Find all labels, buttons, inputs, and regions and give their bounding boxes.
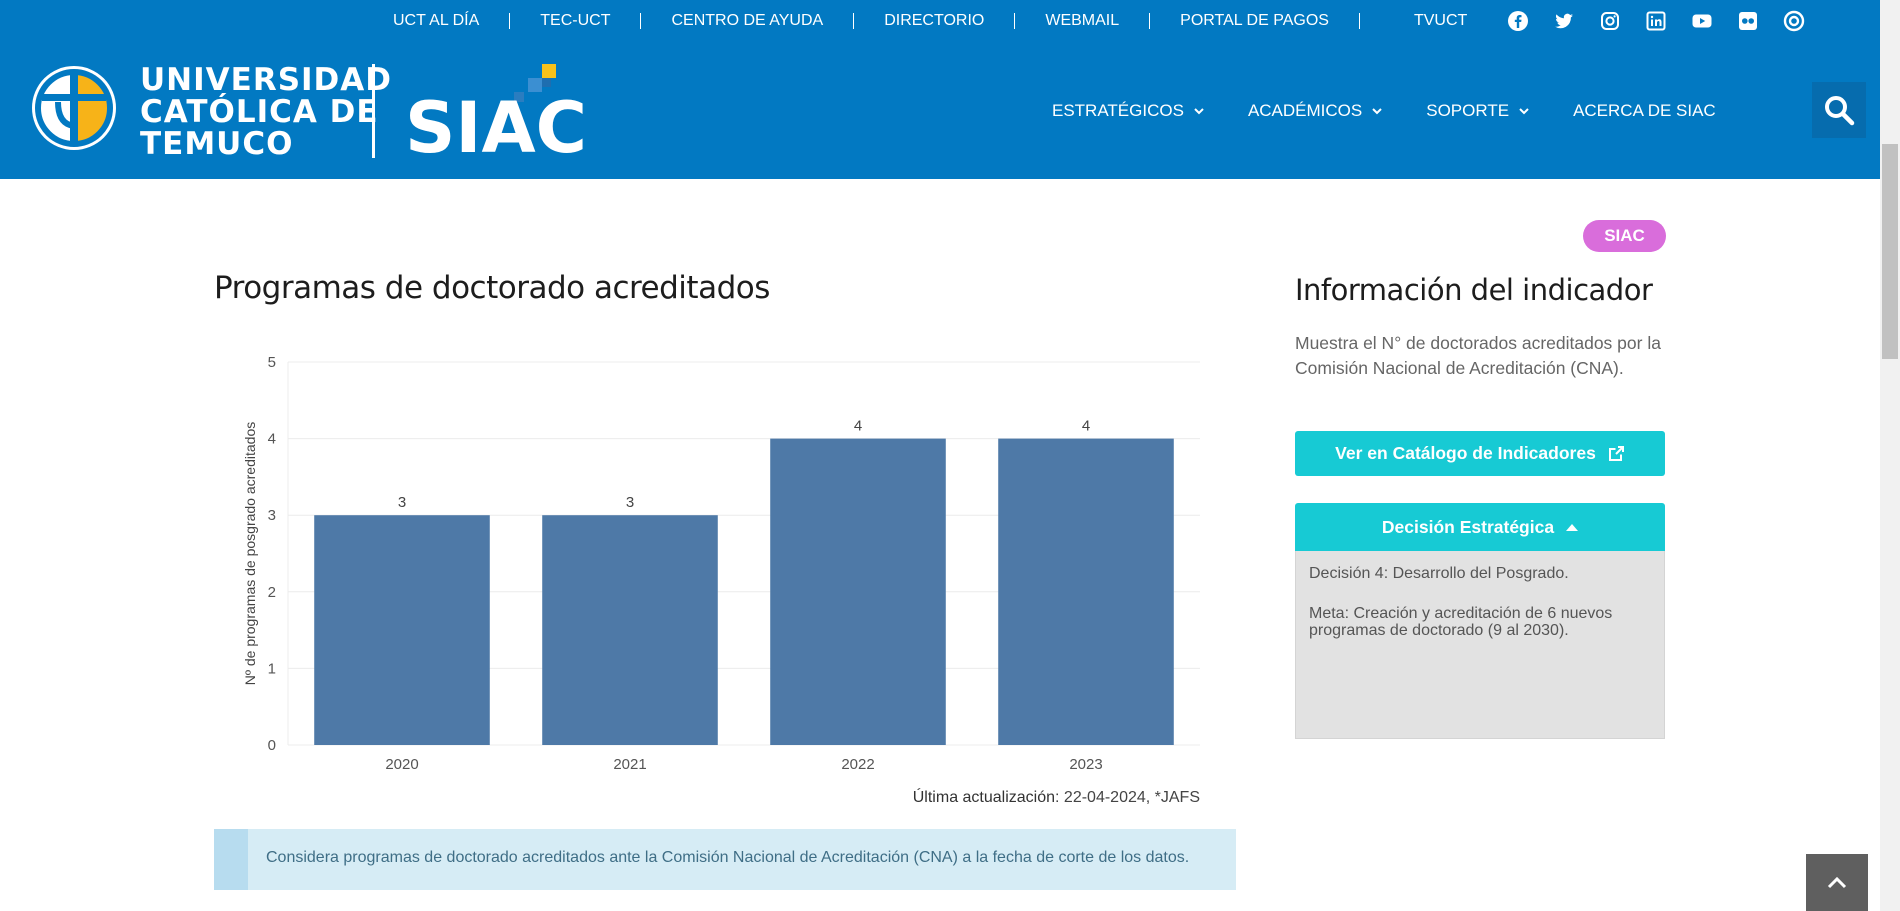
link-centro-de-ayuda[interactable]: CENTRO DE AYUDA (671, 12, 823, 30)
catalog-button[interactable]: Ver en Catálogo de Indicadores (1295, 431, 1665, 476)
data-label: 3 (626, 494, 634, 511)
link-webmail[interactable]: WEBMAIL (1045, 12, 1119, 30)
university-name-line: TEMUCO (140, 126, 294, 162)
flickr-icon[interactable] (1737, 10, 1759, 32)
divider (1358, 13, 1360, 29)
nav-estrategicos-label: ESTRATÉGICOS (1052, 100, 1184, 120)
bar (542, 515, 718, 745)
nav-soporte[interactable]: SOPORTE (1426, 101, 1529, 121)
data-label: 4 (854, 418, 862, 435)
nav-acerca-de-siac[interactable]: ACERCA DE SIAC (1573, 101, 1716, 121)
instagram-icon[interactable] (1599, 10, 1621, 32)
siac-logo-text: SIAC (405, 87, 587, 160)
link-tec-uct[interactable]: TEC-UCT (540, 12, 610, 30)
data-note: Considera programas de doctorado acredit… (214, 829, 1236, 890)
university-name[interactable]: UNIVERSIDAD CATÓLICA DE TEMUCO (140, 64, 392, 160)
page-scrollbar[interactable] (1880, 0, 1900, 911)
last-updated: Última actualización: 22-04-2024, *JAFS (880, 789, 1200, 807)
top-links: UCT AL DÍA TEC-UCT CENTRO DE AYUDA DIREC… (393, 0, 1467, 42)
link-portal-de-pagos[interactable]: PORTAL DE PAGOS (1180, 12, 1329, 30)
back-to-top-button[interactable] (1806, 854, 1868, 911)
x-tick-label: 2021 (613, 756, 646, 773)
link-uct-al-dia[interactable]: UCT AL DÍA (393, 12, 479, 30)
bar (314, 515, 490, 745)
search-button[interactable] (1812, 82, 1866, 138)
twitter-icon[interactable] (1553, 10, 1575, 32)
last-updated-label: Última actualización (912, 789, 1056, 806)
catalog-button-label: Ver en Catálogo de Indicadores (1335, 443, 1596, 463)
chevron-down-icon (1194, 107, 1204, 114)
divider (1149, 13, 1151, 29)
chevron-down-icon (1519, 107, 1529, 114)
y-tick-label: 4 (268, 431, 276, 448)
nav-academicos[interactable]: ACADÉMICOS (1248, 101, 1382, 121)
last-updated-value: : 22-04-2024, *JAFS (1055, 789, 1200, 806)
divider (509, 13, 511, 29)
x-tick-label: 2023 (1069, 756, 1102, 773)
siac-logo[interactable]: SIAC (405, 60, 590, 160)
info-title: Información del indicador (1295, 273, 1653, 307)
main-nav: ESTRATÉGICOS ACADÉMICOS SOPORTE ACERCA D… (1052, 42, 1760, 179)
bar (998, 438, 1174, 745)
scrollbar-thumb[interactable] (1882, 144, 1898, 359)
chevron-up-icon (1827, 876, 1847, 888)
external-link-icon (1608, 446, 1624, 461)
bar-chart: 0 1 2 3 4 5 3 2020 3 2021 4 2022 4 2023 Nº de programa… (242, 354, 1200, 773)
facebook-icon[interactable] (1507, 10, 1529, 32)
x-tick-label: 2022 (841, 756, 874, 773)
caret-up-icon (1566, 523, 1579, 531)
y-tick-label: 5 (268, 354, 276, 371)
y-axis-label: Nº de programas de posgrado acreditados (242, 422, 258, 686)
university-name-line: CATÓLICA DE (140, 94, 379, 130)
y-tick-label: 2 (268, 584, 276, 601)
note-text: Considera programas de doctorado acredit… (266, 849, 1190, 866)
social-links (1507, 10, 1805, 32)
search-icon (1825, 96, 1855, 126)
main-header: UNIVERSIDAD CATÓLICA DE TEMUCO SIAC ESTR… (0, 42, 1880, 179)
issuu-icon[interactable] (1783, 10, 1805, 32)
siac-badge: SIAC (1583, 220, 1666, 252)
nav-academicos-label: ACADÉMICOS (1247, 100, 1363, 120)
page-title: Programas de doctorado acreditados (214, 270, 770, 306)
divider (853, 13, 855, 29)
y-tick-label: 1 (268, 660, 276, 677)
logo-divider (372, 64, 375, 158)
data-label: 3 (398, 494, 406, 511)
y-tick-label: 0 (268, 737, 276, 754)
x-tick-label: 2020 (385, 756, 418, 773)
goal-text: Meta: Creación y acreditación de 6 nuevo… (1309, 605, 1613, 639)
divider (640, 13, 642, 29)
info-description: Muestra el N° de doctorados acreditados … (1295, 333, 1661, 378)
university-logo-icon[interactable] (28, 62, 120, 154)
bar (770, 438, 946, 745)
decision-text: Decisión 4: Desarrollo del Posgrado. (1309, 565, 1569, 582)
note-accent-bar (214, 829, 248, 890)
accordion-decision-body: Decisión 4: Desarrollo del Posgrado. Met… (1295, 551, 1665, 739)
divider (1014, 13, 1016, 29)
university-name-line: UNIVERSIDAD (140, 62, 393, 98)
top-utility-bar: UCT AL DÍA TEC-UCT CENTRO DE AYUDA DIREC… (0, 0, 1880, 42)
link-directorio[interactable]: DIRECTORIO (884, 12, 984, 30)
nav-estrategicos[interactable]: ESTRATÉGICOS (1052, 101, 1204, 121)
chevron-down-icon (1372, 107, 1382, 114)
y-tick-label: 3 (268, 507, 276, 524)
nav-soporte-label: SOPORTE (1426, 100, 1510, 120)
accordion-title: Decisión Estratégica (1381, 516, 1555, 537)
linkedin-icon[interactable] (1645, 10, 1667, 32)
youtube-icon[interactable] (1691, 10, 1713, 32)
accordion-decision-header[interactable]: Decisión Estratégica (1295, 503, 1665, 551)
data-label: 4 (1082, 418, 1090, 435)
nav-acerca-de-siac-label: ACERCA DE SIAC (1573, 100, 1716, 120)
link-tvuct[interactable]: TVUCT (1414, 12, 1467, 30)
